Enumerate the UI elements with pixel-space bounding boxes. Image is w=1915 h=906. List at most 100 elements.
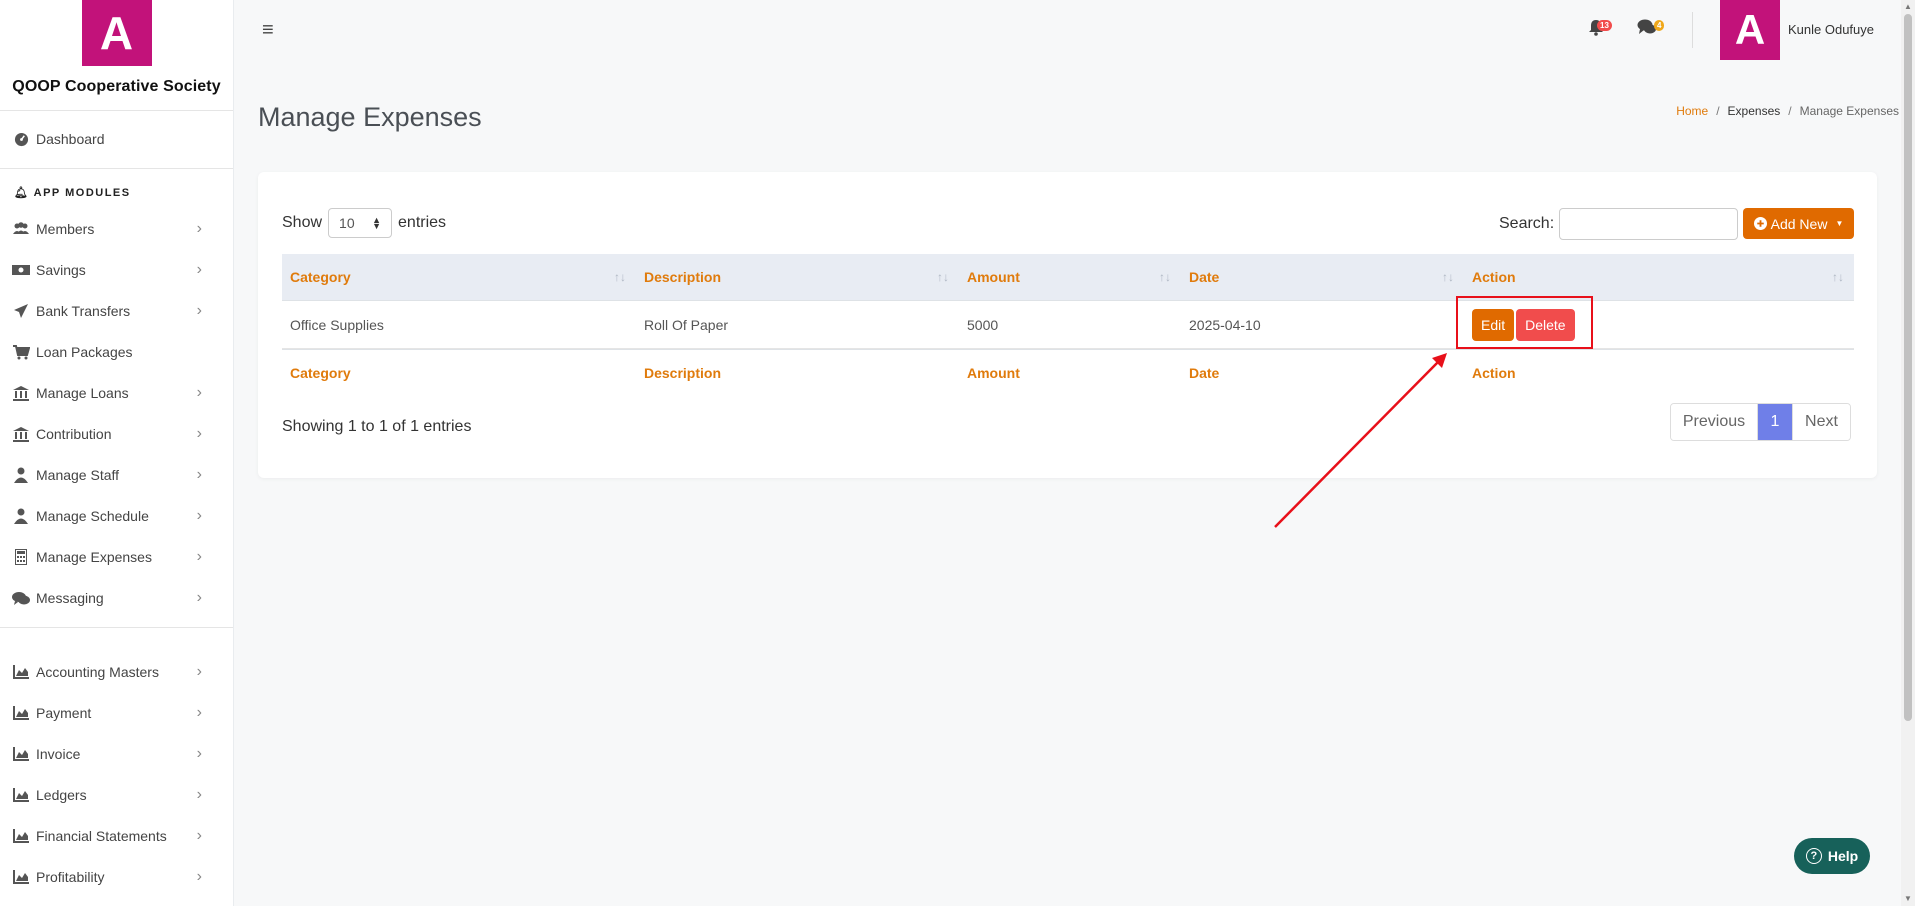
chevron-right-icon: › (196, 827, 202, 844)
chart-icon (12, 664, 30, 680)
showing-info: Showing 1 to 1 of 1 entries (282, 418, 472, 435)
chart-icon (12, 705, 30, 721)
chevron-right-icon: › (196, 302, 202, 319)
breadcrumb: Home / Expenses / Manage Expenses (1676, 104, 1899, 118)
menu-toggle-icon[interactable]: ≡ (262, 19, 274, 42)
entries-select[interactable]: 10 ▲ ▼ (328, 208, 393, 238)
sort-icon: ↑↓ (614, 270, 626, 284)
user-icon (12, 508, 30, 524)
help-button[interactable]: ? Help (1794, 838, 1870, 874)
sidebar-item-ledgers[interactable]: Ledgers › (0, 777, 233, 813)
sidebar-item-label: Invoice (36, 746, 81, 762)
username[interactable]: Kunle Odufuye (1788, 22, 1874, 37)
sidebar-item-dashboard[interactable]: Dashboard (0, 121, 233, 157)
next-page-button[interactable]: Next (1792, 404, 1850, 440)
plus-circle-icon (1753, 217, 1767, 230)
expenses-table: Category ↑↓ Description ↑↓ Amount ↑↓ Date ↑↓… (282, 254, 1854, 396)
sidebar-item-label: Contribution (36, 426, 112, 442)
topbar-divider (1692, 12, 1693, 48)
footer-amount: Amount (967, 365, 1020, 381)
sidebar-item-profitability[interactable]: Profitability › (0, 859, 233, 895)
chevron-right-icon: › (196, 507, 202, 524)
cell-description: Roll Of Paper (644, 316, 729, 333)
sidebar-item-savings[interactable]: Savings › (0, 252, 233, 288)
calculator-icon (12, 549, 30, 565)
page-1-button[interactable]: 1 (1758, 404, 1792, 440)
sidebar-item-messaging[interactable]: Messaging › (0, 580, 233, 616)
column-header-amount[interactable]: Amount ↑↓ (959, 254, 1181, 300)
sidebar-item-manage-staff[interactable]: Manage Staff › (0, 457, 233, 493)
sidebar-item-label: Manage Schedule (36, 508, 149, 524)
sidebar-item-financial-statements[interactable]: Financial Statements › (0, 818, 233, 854)
sidebar-item-manage-schedule[interactable]: Manage Schedule › (0, 498, 233, 534)
sort-icon: ↑↓ (1832, 270, 1844, 284)
brand-logo[interactable]: A (81, 0, 152, 66)
page-title: Manage Expenses (258, 102, 482, 132)
footer-description: Description (644, 365, 722, 381)
sidebar-item-label: Payment (36, 705, 92, 721)
sidebar-item-loan-packages[interactable]: Loan Packages (0, 334, 233, 370)
bank-icon (12, 426, 30, 442)
user-icon (12, 467, 30, 483)
sidebar-item-manage-expenses[interactable]: Manage Expenses › (0, 539, 233, 575)
sort-arrows-icon: ▲ ▼ (372, 215, 382, 231)
sidebar-item-label: Financial Statements (36, 828, 167, 844)
chevron-right-icon: › (196, 425, 202, 442)
sidebar-item-label: Loan Packages (36, 344, 133, 360)
column-header-action[interactable]: Action ↑↓ (1464, 254, 1854, 300)
sidebar-item-label: Members (36, 221, 95, 237)
sidebar-item-label: Manage Expenses (36, 549, 152, 565)
chart-icon (12, 746, 30, 762)
chevron-right-icon: › (196, 548, 202, 565)
show-entries: Show 10 ▲ ▼ entries (282, 208, 446, 238)
sort-icon: ↑↓ (1442, 270, 1454, 284)
sidebar-item-label: Manage Loans (36, 385, 129, 401)
expenses-card: Show 10 ▲ ▼ entries Search: Add New ▼ Cat… (258, 172, 1877, 478)
column-header-description[interactable]: Description ↑↓ (636, 254, 959, 300)
column-header-category[interactable]: Category ↑↓ (282, 254, 636, 300)
sidebar-divider (0, 168, 233, 169)
scrollbar[interactable]: ▲ ▼ (1901, 0, 1915, 906)
chevron-right-icon: › (196, 704, 202, 721)
scrollbar-thumb[interactable] (1904, 14, 1912, 721)
sidebar-item-label: Accounting Masters (36, 664, 159, 680)
bank-icon (12, 385, 30, 401)
footer-action: Action (1472, 365, 1516, 381)
avatar[interactable]: A (1720, 0, 1780, 60)
sidebar-item-label: Profitability (36, 869, 105, 885)
footer-date: Date (1189, 365, 1220, 381)
chevron-right-icon: › (196, 745, 202, 762)
breadcrumb-expenses[interactable]: Expenses (1728, 104, 1781, 118)
chevron-right-icon: › (196, 384, 202, 401)
paper-plane-icon (12, 303, 30, 319)
sidebar-item-label: Savings (36, 262, 86, 278)
chevron-right-icon: › (196, 868, 202, 885)
sidebar-item-contribution[interactable]: Contribution › (0, 416, 233, 452)
previous-page-button[interactable]: Previous (1671, 404, 1758, 440)
sidebar-divider (0, 627, 233, 628)
add-new-button[interactable]: Add New ▼ (1743, 208, 1854, 239)
money-icon (12, 262, 30, 278)
sidebar-item-payment[interactable]: Payment › (0, 695, 233, 731)
brand: A QOOP Cooperative Society (0, 0, 233, 111)
scroll-down-icon[interactable]: ▼ (1904, 894, 1912, 903)
sidebar-item-accounting-masters[interactable]: Accounting Masters › (0, 654, 233, 690)
scroll-up-icon[interactable]: ▲ (1904, 2, 1912, 11)
sidebar-item-members[interactable]: Members › (0, 211, 233, 247)
messages-badge: 4 (1654, 20, 1665, 31)
table-footer: Category Description Amount Date Action (282, 349, 1854, 396)
search-input[interactable] (1559, 208, 1738, 240)
users-icon (12, 221, 30, 237)
sidebar-item-manage-loans[interactable]: Manage Loans › (0, 375, 233, 411)
cell-category: Office Supplies (290, 316, 384, 333)
sort-icon: ↑↓ (1159, 270, 1171, 284)
chevron-right-icon: › (196, 786, 202, 803)
table-header: Category ↑↓ Description ↑↓ Amount ↑↓ Date ↑↓… (282, 254, 1854, 301)
sidebar-item-bank-transfers[interactable]: Bank Transfers › (0, 293, 233, 329)
chart-icon (12, 787, 30, 803)
sidebar-item-invoice[interactable]: Invoice › (0, 736, 233, 772)
column-header-date[interactable]: Date ↑↓ (1181, 254, 1464, 300)
chevron-right-icon: › (196, 220, 202, 237)
breadcrumb-home[interactable]: Home (1676, 104, 1708, 118)
cell-date: 2025-04-10 (1189, 316, 1261, 333)
